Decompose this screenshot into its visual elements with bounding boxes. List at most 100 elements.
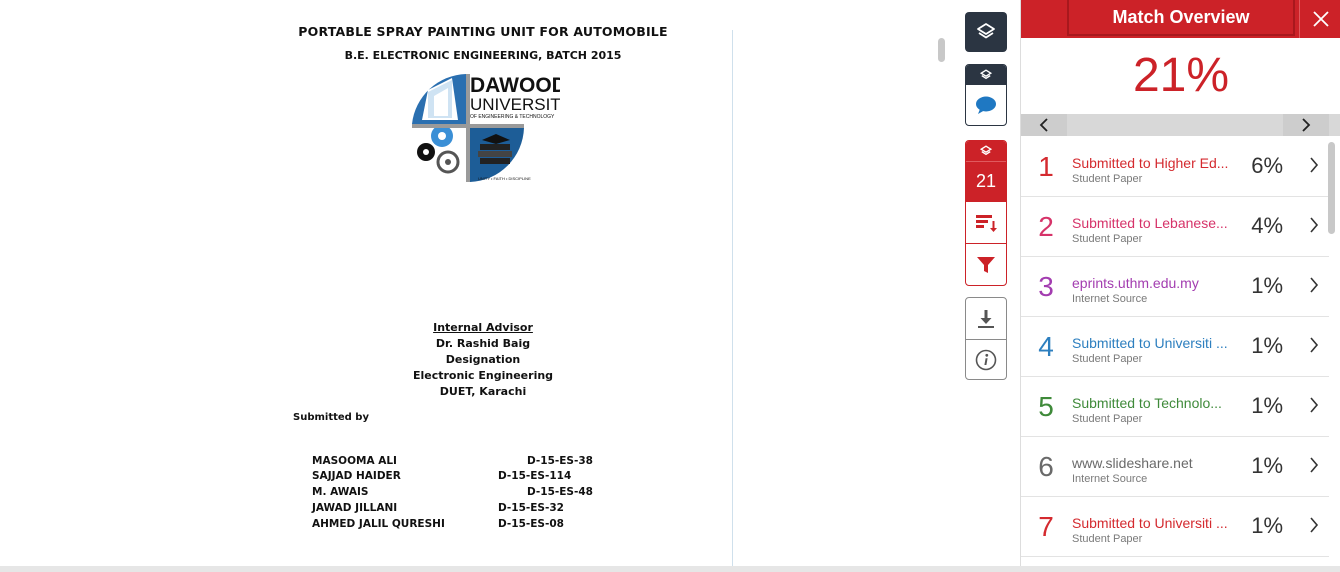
match-row[interactable]: 2 Submitted to Lebanese... Student Paper 4% [1021,197,1329,257]
info-icon [975,349,997,371]
comment-icon [976,96,996,114]
bottom-scrollbar-track [0,566,1340,572]
match-percent: 1% [1251,453,1283,478]
document-viewer[interactable]: PORTABLE SPRAY PAINTING UNIT FOR AUTOMOB… [0,0,946,566]
match-source-type: Student Paper [1072,233,1143,245]
match-source-type: Internet Source [1072,473,1148,485]
page-edge-divider [732,30,733,566]
match-source[interactable]: www.slideshare.net [1072,455,1193,471]
student-id: D-15-ES-08 [498,518,564,530]
document-scrollbar[interactable] [938,38,945,62]
comments-button[interactable] [966,85,1006,125]
panel-title: Match Overview [1067,0,1295,36]
match-number: 5 [1038,391,1054,422]
match-number: 3 [1038,271,1054,302]
match-percent: 1% [1251,513,1283,538]
student-id: D-15-ES-48 [527,486,593,498]
chevron-right-icon[interactable] [1309,157,1319,173]
view-tool-group [965,64,1007,126]
submitted-by-label: Submitted by [293,412,369,423]
match-number: 4 [1038,331,1054,362]
student-name: M. AWAIS [312,486,369,498]
close-panel-button[interactable] [1299,0,1340,38]
filter-icon [977,256,995,273]
side-toolbar: 21 [946,0,1020,566]
chevron-left-icon [1039,118,1048,132]
match-source-type: Student Paper [1072,533,1143,545]
match-number: 7 [1038,511,1054,542]
previous-match-button[interactable] [1021,114,1067,136]
match-source[interactable]: Submitted to Higher Ed... [1072,155,1228,171]
student-name: SAJJAD HAIDER [312,470,401,482]
document-subtitle: B.E. ELECTRONIC ENGINEERING, BATCH 2015 [344,49,622,62]
layers-button[interactable] [965,12,1007,52]
chevron-right-icon[interactable] [1309,217,1319,233]
match-source[interactable]: Submitted to Universiti ... [1072,515,1228,531]
university-logo: DAWOOD UNIVERSITY OF ENGINEERING & TECHN… [412,74,560,182]
logo-name-line2: UNIVERSITY [470,95,560,114]
student-id: D-15-ES-114 [498,470,572,482]
chevron-right-icon [1302,118,1311,132]
sort-button[interactable] [966,201,1006,243]
match-row[interactable]: 4 Submitted to Universiti ... Student Pape… [1021,317,1329,377]
info-button[interactable] [966,339,1006,379]
layers-icon [980,145,992,156]
match-percent: 1% [1251,393,1283,418]
student-name: AHMED JALIL QURESHI [312,518,445,530]
advisor-block: Internal Advisor Dr. Rashid Baig Designa… [413,320,553,400]
utility-tool-group [965,297,1007,380]
advisor-institute: DUET, Karachi [439,385,527,398]
student-id: D-15-ES-32 [498,502,564,514]
match-row[interactable]: 7 Submitted to Universiti ... Student Pape… [1021,497,1329,557]
match-percent: 1% [1251,273,1283,298]
match-row[interactable]: 3 eprints.uthm.edu.my Internet Source 1% [1021,257,1329,317]
match-source[interactable]: Submitted to Technolo... [1072,395,1222,411]
logo-motto: UNITY • FAITH • DISCIPLINE [478,176,531,181]
match-row[interactable]: 1 Submitted to Higher Ed... Student Paper 6… [1021,137,1329,197]
match-tool-group: 21 [965,140,1007,286]
match-source-type: Internet Source [1072,293,1148,305]
chevron-right-icon[interactable] [1309,337,1319,353]
chevron-right-icon[interactable] [1309,277,1319,293]
next-match-button[interactable] [1283,114,1329,136]
match-percent: 6% [1251,153,1283,178]
match-row[interactable]: 5 Submitted to Technolo... Student Paper 1% [1021,377,1329,437]
match-source-type: Student Paper [1072,353,1143,365]
chevron-right-icon[interactable] [1309,457,1319,473]
overall-similarity-percent: 21% [1132,49,1230,102]
panel-scrollbar[interactable] [1328,142,1335,234]
filter-button[interactable] [966,243,1006,285]
match-source-type: Student Paper [1072,173,1143,185]
match-number: 2 [1038,211,1054,242]
match-percent: 4% [1251,213,1283,238]
layers-icon [977,23,995,39]
match-list: 1 Submitted to Higher Ed... Student Paper 6… [1021,137,1329,557]
layers-icon [980,69,992,80]
match-nav-bar [1021,114,1340,136]
chevron-right-icon[interactable] [1309,397,1319,413]
match-source[interactable]: Submitted to Universiti ... [1072,335,1228,351]
advisor-name: Dr. Rashid Baig [435,337,531,350]
close-icon [1312,11,1329,27]
document-title: PORTABLE SPRAY PAINTING UNIT FOR AUTOMOB… [298,24,668,39]
match-group-header [966,141,1006,161]
student-id: D-15-ES-38 [527,455,593,467]
match-overview-panel: Match Overview 21% 1 Submitted to Higher … [1020,0,1340,566]
download-icon [978,309,994,328]
student-name: JAWAD JILLANI [312,502,398,514]
match-source[interactable]: eprints.uthm.edu.my [1072,275,1199,291]
match-overview-button[interactable]: 21 [966,161,1006,201]
advisor-designation: Designation [445,353,521,366]
download-button[interactable] [966,298,1006,339]
match-source[interactable]: Submitted to Lebanese... [1072,215,1228,231]
match-row[interactable]: 6 www.slideshare.net Internet Source 1% [1021,437,1329,497]
chevron-right-icon[interactable] [1309,517,1319,533]
sort-icon [976,214,997,232]
advisor-heading: Internal Advisor [433,321,533,334]
view-group-header [966,65,1006,85]
match-number: 6 [1038,451,1054,482]
logo-name-line1: DAWOOD [470,74,560,97]
panel-header: Match Overview [1021,0,1340,38]
advisor-department: Electronic Engineering [412,369,554,382]
match-number: 1 [1038,151,1054,182]
